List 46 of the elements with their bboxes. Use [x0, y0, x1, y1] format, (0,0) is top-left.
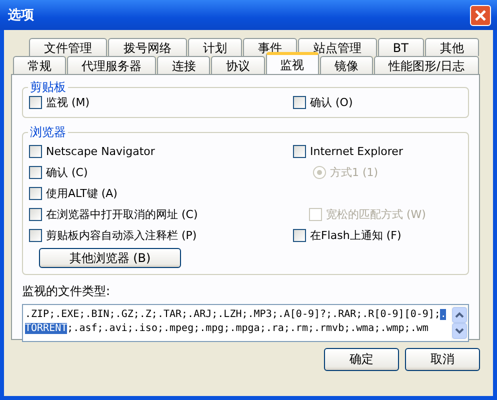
scroll-up-icon[interactable] — [452, 307, 467, 323]
file-types-text: .ZIP;.EXE;.BIN;.GZ;.Z;.TAR;.ARJ;.LZH;.MP3;.A[0-9]?;.RAR;.R[0-9][0-9];.TORRENT;.asf;.avi;.iso;.mpeg;.mpg;.mpga;.ra;.rm;.rmvb;.wma;.wmp;.wm — [24, 308, 448, 336]
tab[interactable]: BT — [378, 38, 424, 56]
option-label: 确认 (O) — [310, 95, 353, 110]
dialog-button[interactable]: 取消 — [405, 348, 480, 371]
tab[interactable]: 拨号网络 — [108, 38, 187, 56]
tab[interactable]: 代理服务器 — [67, 56, 156, 74]
checkbox[interactable] — [29, 229, 42, 242]
option-label: 监视 (M) — [46, 95, 90, 110]
window-title: 选项 — [8, 7, 34, 24]
checkbox[interactable] — [29, 145, 42, 158]
checkbox[interactable] — [29, 208, 42, 221]
group-title: 剪贴板 — [28, 79, 68, 96]
option-label: 剪贴板内容自动添入注释栏 (P) — [46, 228, 197, 243]
option-label: 在浏览器中打开取消的网址 (C) — [46, 207, 198, 222]
dialog-button[interactable]: 确定 — [324, 348, 399, 371]
field-label: 监视的文件类型: — [22, 283, 112, 300]
tab[interactable]: 计划 — [188, 38, 242, 56]
option-label: 使用ALT键 (A) — [46, 186, 118, 201]
tab[interactable]: 监视 — [266, 52, 319, 74]
checkbox[interactable] — [29, 96, 42, 109]
checkbox[interactable] — [293, 229, 306, 242]
checkbox[interactable] — [293, 96, 306, 109]
close-button[interactable] — [470, 4, 491, 26]
tab[interactable]: 站点管理 — [298, 38, 377, 56]
option-label: 方式1 (1) — [330, 165, 378, 180]
tab[interactable]: 镜像 — [320, 56, 373, 74]
other-browsers-button[interactable]: 其他浏览器 (B) — [39, 248, 181, 268]
text-area[interactable]: .ZIP;.EXE;.BIN;.GZ;.Z;.TAR;.ARJ;.LZH;.MP3;.A[0-9]?;.RAR;.R[0-9][0-9];.TORRENT;.asf;.avi;.iso;.mpeg;.mpg;.mpga;.ra;.rm;.rmvb;.wma;.wmp;.wm — [22, 304, 469, 342]
checkbox[interactable] — [29, 187, 42, 200]
tab[interactable]: 文件管理 — [29, 38, 108, 56]
option-label: Netscape Navigator — [46, 145, 155, 158]
tab[interactable]: 常规 — [13, 56, 66, 74]
tab[interactable]: 连接 — [157, 56, 210, 74]
checkbox[interactable] — [293, 145, 306, 158]
scroll-down-icon[interactable] — [452, 323, 467, 339]
option-label: 确认 (C) — [46, 165, 88, 180]
tab[interactable]: 其他 — [424, 38, 479, 56]
scroll-bar[interactable] — [451, 305, 468, 341]
option-label: 在Flash上通知 (F) — [310, 228, 402, 243]
checkbox[interactable] — [29, 166, 42, 179]
tab[interactable]: 协议 — [211, 56, 265, 74]
option-label: Internet Explorer — [310, 145, 403, 158]
close-icon — [474, 8, 487, 22]
option-label: 宽松的匹配方式 (W) — [326, 207, 426, 222]
tab[interactable]: 性能图形/日志 — [374, 56, 480, 74]
